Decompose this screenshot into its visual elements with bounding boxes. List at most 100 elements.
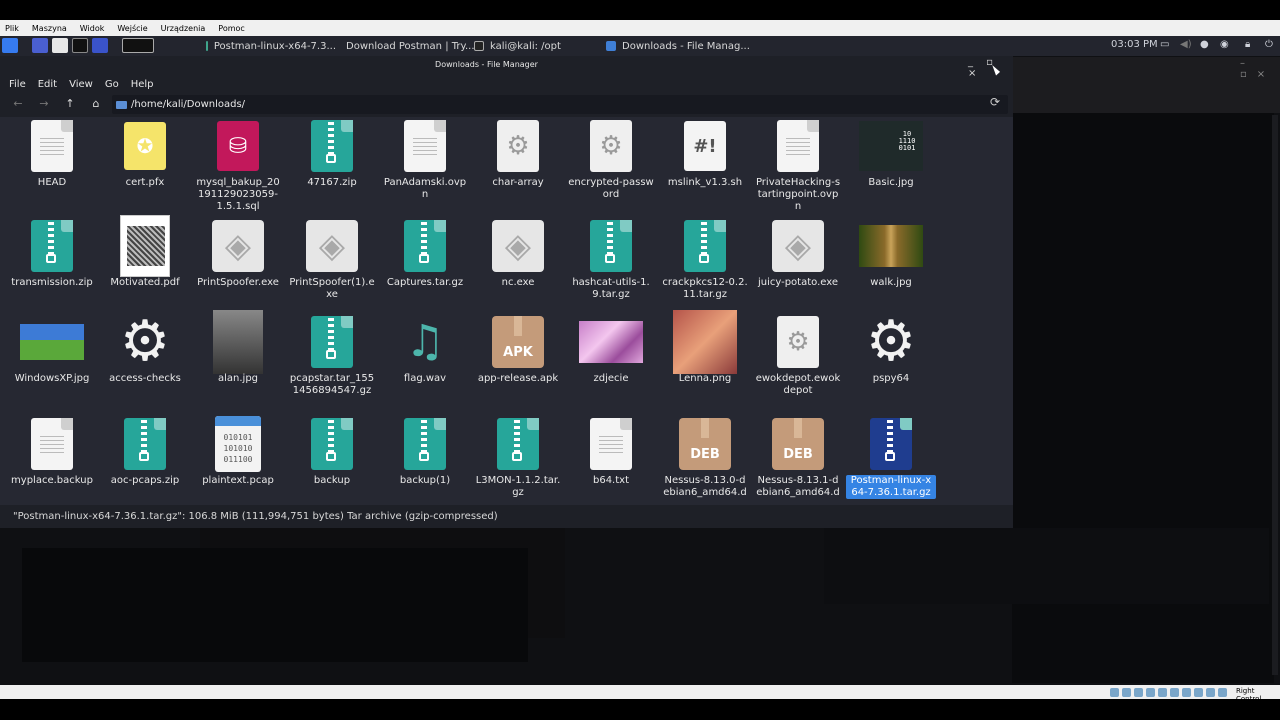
task-firefox[interactable]: Download Postman | Try... xyxy=(340,36,475,56)
update-icon[interactable]: ◉ xyxy=(1220,39,1229,50)
file-item[interactable]: ⛁ mysql_bakup_20191129023059-1.5.1.sql xyxy=(193,117,283,213)
vbox-menu-item[interactable]: Widok xyxy=(80,24,105,33)
vbox-menu-item[interactable]: Maszyna xyxy=(32,24,67,33)
task-postman-archive[interactable]: Postman-linux-x64-7.3... xyxy=(206,36,336,56)
background-panel-right xyxy=(824,528,1269,604)
file-item[interactable]: b64.txt xyxy=(566,415,656,487)
file-item[interactable]: alan.jpg xyxy=(193,310,283,385)
file-item[interactable]: aoc-pcaps.zip xyxy=(100,415,190,487)
window-titlebar[interactable]: Downloads - File Manager _ ▫ × xyxy=(0,56,1013,79)
file-item[interactable]: ◈ PrintSpoofer(1).exe xyxy=(287,217,377,301)
file-item[interactable]: ⚙ pspy64 xyxy=(846,313,936,385)
file-icon-wrap xyxy=(753,117,843,175)
file-item[interactable]: HEAD xyxy=(7,117,97,189)
menu-file[interactable]: File xyxy=(9,79,26,90)
text-file-icon xyxy=(31,418,73,470)
file-item[interactable]: ◈ nc.exe xyxy=(473,217,563,289)
display-icon[interactable]: ▭ xyxy=(1160,39,1169,50)
firefox-launcher-icon[interactable] xyxy=(92,38,108,53)
menu-edit[interactable]: Edit xyxy=(38,79,57,90)
window-title: Downloads - File Manager xyxy=(435,60,538,69)
file-item[interactable]: ⚙ char-array xyxy=(473,117,563,189)
file-item[interactable]: walk.jpg xyxy=(846,217,936,289)
file-item[interactable]: ✪ cert.pfx xyxy=(100,117,190,189)
image-thumbnail xyxy=(20,324,84,360)
file-item[interactable]: crackpkcs12-0.2.11.tar.gz xyxy=(660,217,750,301)
file-icon-wrap: ⚙ xyxy=(566,117,656,175)
file-item[interactable]: Postman-linux-x64-7.36.1.tar.gz xyxy=(846,415,936,499)
file-item[interactable]: Lenna.png xyxy=(660,310,750,385)
vbox-menu-item[interactable]: Urządzenia xyxy=(161,24,206,33)
file-grid[interactable]: HEAD ✪ cert.pfx ⛁ mysql_bakup_20191129023059… xyxy=(0,117,1013,505)
lock-icon[interactable]: 🔒︎ xyxy=(1245,39,1250,50)
file-name: app-release.apk xyxy=(477,373,559,384)
file-item[interactable]: Captures.tar.gz xyxy=(380,217,470,289)
file-item[interactable]: PrivateHacking-startingpoint.ovpn xyxy=(753,117,843,213)
file-item[interactable]: ⚙ ewokdepot.ewokdepot xyxy=(753,313,843,397)
file-icon-wrap xyxy=(193,310,283,374)
file-item[interactable]: WindowsXP.jpg xyxy=(7,313,97,385)
file-item[interactable]: ♫ flag.wav xyxy=(380,313,470,385)
notification-icon[interactable]: ● xyxy=(1200,39,1209,50)
menu-help[interactable]: Help xyxy=(131,79,154,90)
file-name: Captures.tar.gz xyxy=(386,277,464,288)
file-name: PrintSpoofer.exe xyxy=(197,277,279,288)
file-name: aoc-pcaps.zip xyxy=(110,475,180,486)
file-item[interactable]: backup xyxy=(287,415,377,487)
forward-button[interactable]: → xyxy=(36,96,52,112)
file-item[interactable]: DEB Nessus-8.13.0-debian6_amd64.d xyxy=(660,415,750,499)
file-item[interactable]: hashcat-utils-1.9.tar.gz xyxy=(566,217,656,301)
pcap-icon-line: 010101 xyxy=(223,433,253,442)
task-terminal[interactable]: kali@kali: /opt xyxy=(474,36,594,56)
file-manager-launcher-icon[interactable] xyxy=(52,38,68,53)
file-item[interactable]: myplace.backup xyxy=(7,415,97,487)
package-label: DEB xyxy=(783,447,813,462)
file-item[interactable]: DEB Nessus-8.13.1-debian6_amd64.d xyxy=(753,415,843,499)
file-item[interactable]: zdjecie xyxy=(566,313,656,385)
file-item[interactable]: ◈ juicy-potato.exe xyxy=(753,217,843,289)
pdf-thumbnail xyxy=(120,215,170,277)
volume-icon[interactable]: ◀) xyxy=(1180,39,1192,50)
file-item[interactable]: #! mslink_v1.3.sh xyxy=(660,117,750,189)
vbox-statusbar xyxy=(0,685,1280,699)
vbox-device-icons[interactable] xyxy=(1110,688,1230,697)
vbox-menubar: Plik Maszyna Widok Wejście Urządzenia Pomoc xyxy=(0,20,1280,36)
vbox-menu-item[interactable]: Wejście xyxy=(117,24,147,33)
file-item[interactable]: ⚙ access-checks xyxy=(100,313,190,385)
back-button[interactable]: ← xyxy=(10,96,26,112)
file-name: plaintext.pcap xyxy=(202,475,274,486)
file-item[interactable]: 47167.zip xyxy=(287,117,377,189)
task-file-manager[interactable]: Downloads - File Manag... xyxy=(606,36,756,56)
vbox-menu-item[interactable]: Plik xyxy=(5,24,19,33)
menu-view[interactable]: View xyxy=(69,79,93,90)
kali-menu-icon[interactable] xyxy=(2,38,18,53)
file-item[interactable]: transmission.zip xyxy=(7,217,97,289)
archive-icon xyxy=(404,418,446,470)
file-item[interactable]: APK app-release.apk xyxy=(473,313,563,385)
desktop-icon[interactable] xyxy=(32,38,48,53)
file-name: crackpkcs12-0.2.11.tar.gz xyxy=(662,277,748,300)
file-item[interactable]: L3MON-1.1.2.tar.gz xyxy=(473,415,563,499)
home-button[interactable]: ⌂ xyxy=(88,96,104,112)
file-item[interactable]: pcapstar.tar_1551456894547.gz xyxy=(287,313,377,397)
file-manager-window: Downloads - File Manager _ ▫ × File Edit V… xyxy=(0,56,1013,528)
menu-go[interactable]: Go xyxy=(105,79,119,90)
vbox-menu-item[interactable]: Pomoc xyxy=(218,24,245,33)
file-name: walk.jpg xyxy=(870,277,912,288)
file-item[interactable]: PanAdamski.ovpn xyxy=(380,117,470,201)
reload-icon[interactable]: ⟳ xyxy=(990,95,1000,109)
guest-scrollbar[interactable] xyxy=(1272,115,1278,675)
file-item[interactable]: ⚙ encrypted-password xyxy=(566,117,656,201)
terminal-launcher-icon[interactable] xyxy=(72,38,88,53)
workspace-switcher[interactable] xyxy=(122,38,154,53)
file-item[interactable]: ◈ PrintSpoofer.exe xyxy=(193,217,283,289)
file-item[interactable]: Motivated.pdf xyxy=(100,215,190,289)
file-item[interactable]: backup(1) xyxy=(380,415,470,487)
file-icon-wrap xyxy=(566,313,656,371)
power-icon[interactable]: ⏻ xyxy=(1265,39,1273,50)
up-button[interactable]: ↑ xyxy=(62,96,78,112)
file-item[interactable]: 010101 101010 011100 plaintext.pcap xyxy=(193,415,283,487)
location-bar[interactable]: /home/kali/Downloads/ ⟳ xyxy=(112,95,1008,114)
clock[interactable]: 03:03 PM xyxy=(1111,39,1158,50)
file-item[interactable]: 10 1110 0101 Basic.jpg xyxy=(846,117,936,189)
